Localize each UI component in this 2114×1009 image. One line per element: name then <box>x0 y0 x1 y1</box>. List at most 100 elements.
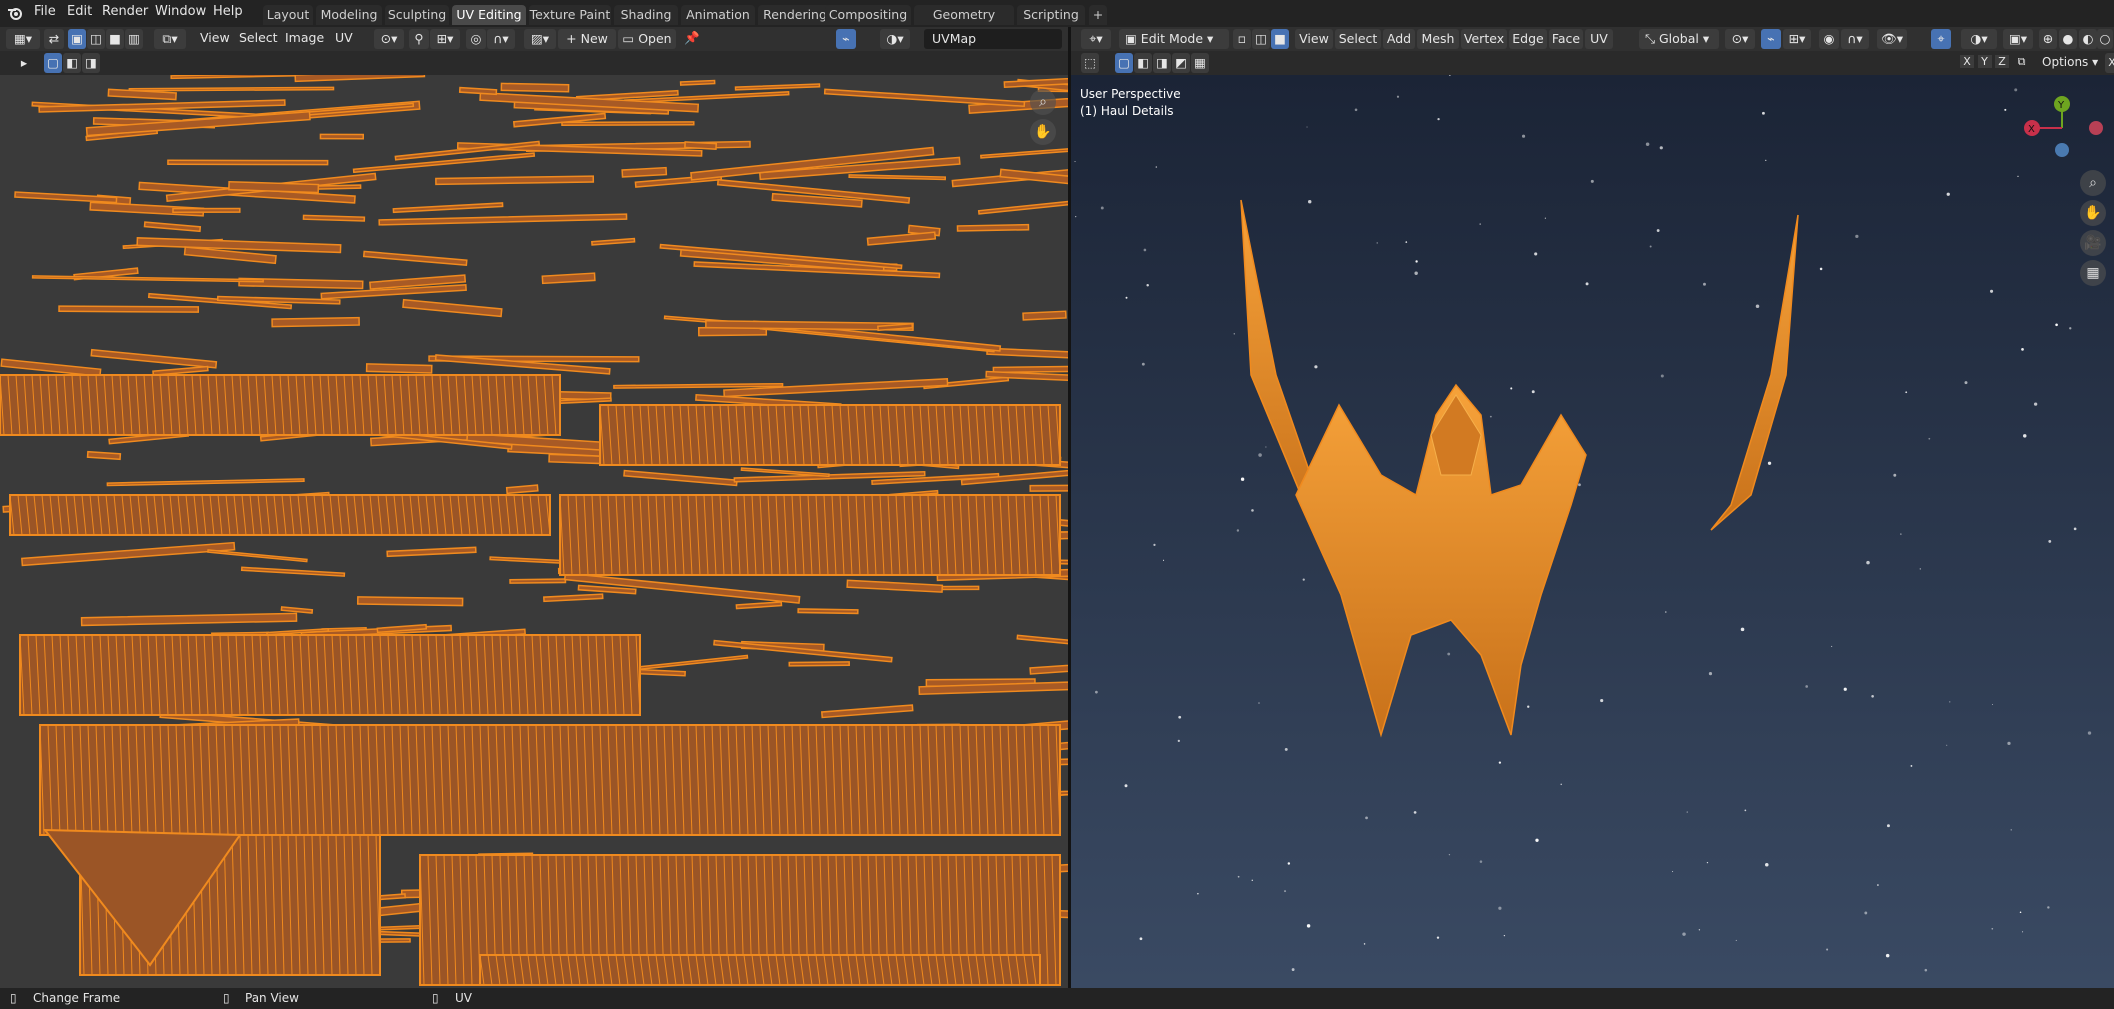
mode-dropdown[interactable]: ▣ Edit Mode ▾ <box>1119 29 1229 49</box>
pin-icon[interactable]: 📌 <box>684 30 700 46</box>
open-image-button[interactable]: ▭ Open <box>618 29 676 49</box>
image-browse-button[interactable]: ▨▾ <box>524 29 556 49</box>
menu-render[interactable]: Render <box>102 4 148 19</box>
rendered-shading-button[interactable]: ○ <box>2097 29 2113 49</box>
edge-select-mode[interactable]: ◫ <box>87 29 105 49</box>
pivot-dropdown[interactable]: ⊙▾ <box>374 29 404 49</box>
select-extend-mode[interactable]: ◧ <box>63 53 81 73</box>
uv-menu-view[interactable]: View <box>200 30 230 45</box>
select-sub-mode[interactable]: ◨ <box>1153 53 1171 73</box>
face-select-mode[interactable]: ■ <box>106 29 124 49</box>
tab-sculpting[interactable]: Sculpting <box>385 5 449 25</box>
menu-edit[interactable]: Edit <box>67 4 92 19</box>
tab-modeling[interactable]: Modeling <box>316 5 382 25</box>
edge-mode-button[interactable]: ◫ <box>1252 29 1270 49</box>
orientation-dropdown[interactable]: ⤡ Global ▾ <box>1639 29 1719 49</box>
add-workspace-button[interactable]: + <box>1089 5 1107 25</box>
uv-canvas[interactable] <box>0 75 1068 988</box>
falloff-dropdown[interactable]: ∩▾ <box>487 29 515 49</box>
uv-strip <box>172 207 241 214</box>
vertex-mode-button[interactable]: ▫ <box>1233 29 1251 49</box>
snap-toggle[interactable]: ⚲ <box>409 29 429 49</box>
mirror-x-button[interactable]: X <box>2105 53 2114 73</box>
gizmo-toggle[interactable]: ⌖ <box>1931 29 1951 49</box>
select-box-mode[interactable]: ▢ <box>44 53 62 73</box>
tab-scripting[interactable]: Scripting <box>1017 5 1085 25</box>
select-new-mode[interactable]: ▢ <box>1115 53 1133 73</box>
star <box>1413 811 1417 814</box>
material-shading-button[interactable]: ◐ <box>2079 29 2097 49</box>
proportional-toggle[interactable]: ◉ <box>1819 29 1839 49</box>
proportional-edit-toggle[interactable]: ◎ <box>466 29 486 49</box>
xray-toggle[interactable]: ▣▾ <box>2003 29 2033 49</box>
viewport-pan-icon[interactable]: ✋ <box>2080 200 2106 226</box>
menu-file[interactable]: File <box>34 4 56 19</box>
new-image-button[interactable]: + New <box>558 29 616 49</box>
viewport-editor-type-button[interactable]: ⌖▾ <box>1081 29 1111 49</box>
tab-layout[interactable]: Layout <box>263 5 313 25</box>
mirror-z-toggle[interactable]: Z <box>1995 55 2009 68</box>
tab-compositing[interactable]: Compositing <box>825 5 911 25</box>
tab-rendering[interactable]: Rendering <box>758 5 832 25</box>
snap-target-dropdown[interactable]: ⊞▾ <box>430 29 460 49</box>
solid-shading-button[interactable]: ● <box>2059 29 2077 49</box>
uv-strip <box>985 370 1068 386</box>
uv-strip <box>980 146 1068 159</box>
tab-shading[interactable]: Shading <box>614 5 678 25</box>
hand-pan-icon[interactable]: ✋ <box>1030 119 1056 145</box>
mirror-y-toggle[interactable]: Y <box>1977 55 1992 68</box>
uv-menu-image[interactable]: Image <box>285 30 324 45</box>
uv-snap-toggle[interactable]: ⌁ <box>836 29 856 49</box>
star <box>2033 402 2038 406</box>
options-dropdown[interactable]: Options ▾ <box>2042 55 2098 69</box>
vp-menu-select[interactable]: Select <box>1335 29 1381 49</box>
tab-geometry-nodes[interactable]: Geometry Nodes <box>914 5 1014 42</box>
navigation-gizmo[interactable]: Y X <box>2010 90 2110 170</box>
select-add-mode[interactable]: ◧ <box>1134 53 1152 73</box>
vp-menu-uv[interactable]: UV <box>1585 29 1613 49</box>
vp-menu-mesh[interactable]: Mesh <box>1417 29 1459 49</box>
vp-menu-add[interactable]: Add <box>1383 29 1415 49</box>
blender-logo-icon[interactable] <box>7 5 23 21</box>
tab-uv-editing[interactable]: UV Editing <box>452 5 526 25</box>
wireframe-shading-button[interactable]: ⊕ <box>2039 29 2057 49</box>
overlays-toggle[interactable]: ◑▾ <box>880 29 910 49</box>
select-tool-icon[interactable]: ⬚ <box>1081 53 1099 73</box>
vp-menu-edge[interactable]: Edge <box>1509 29 1547 49</box>
sticky-selection-dropdown[interactable]: ⧉▾ <box>154 29 186 49</box>
uv-menu-uv[interactable]: UV <box>335 30 353 45</box>
select-invert-mode[interactable]: ◩ <box>1172 53 1190 73</box>
vp-menu-face[interactable]: Face <box>1549 29 1583 49</box>
uv-menu-select[interactable]: Select <box>239 30 278 45</box>
proportional-falloff-dropdown[interactable]: ∩▾ <box>1841 29 1869 49</box>
face-mode-button[interactable]: ■ <box>1271 29 1289 49</box>
tab-animation[interactable]: Animation <box>681 5 755 25</box>
sync-selection-toggle[interactable]: ⇄ <box>44 29 64 49</box>
pivot-point-dropdown[interactable]: ⊙▾ <box>1725 29 1755 49</box>
menu-window[interactable]: Window <box>155 4 206 19</box>
uvmap-field[interactable]: UVMap <box>924 29 1062 49</box>
island-select-mode[interactable]: ▥ <box>125 29 143 49</box>
viewport-zoom-icon[interactable]: ⌕ <box>2080 170 2106 196</box>
visibility-dropdown[interactable]: 👁▾ <box>1877 29 1907 49</box>
star <box>2047 906 2050 909</box>
perspective-toggle-icon[interactable]: ▦ <box>2080 260 2106 286</box>
select-and-mode[interactable]: ▦ <box>1191 53 1209 73</box>
vp-menu-vertex[interactable]: Vertex <box>1461 29 1507 49</box>
vp-menu-view[interactable]: View <box>1295 29 1333 49</box>
mirror-x-toggle[interactable]: X <box>1960 55 1974 68</box>
overlay-toggle[interactable]: ◑▾ <box>1961 29 1997 49</box>
select-subtract-mode[interactable]: ◨ <box>82 53 100 73</box>
editor-type-button[interactable]: ▦▾ <box>6 29 40 49</box>
vertex-select-mode[interactable]: ▣ <box>68 29 86 49</box>
camera-view-icon[interactable]: 🎥 <box>2080 230 2106 256</box>
auto-merge-icon[interactable]: ⧉ <box>2013 55 2031 69</box>
menu-help[interactable]: Help <box>213 4 243 19</box>
viewport-canvas[interactable] <box>1071 75 2114 988</box>
snap-mode-dropdown[interactable]: ⊞▾ <box>1783 29 1811 49</box>
snap-button[interactable]: ⌁ <box>1761 29 1781 49</box>
tool-settings-arrow-icon[interactable]: ▸ <box>16 53 32 73</box>
zoom-icon[interactable]: ⌕ <box>1030 89 1056 115</box>
tab-texture-paint[interactable]: Texture Paint <box>529 5 611 25</box>
star <box>1522 134 1526 138</box>
